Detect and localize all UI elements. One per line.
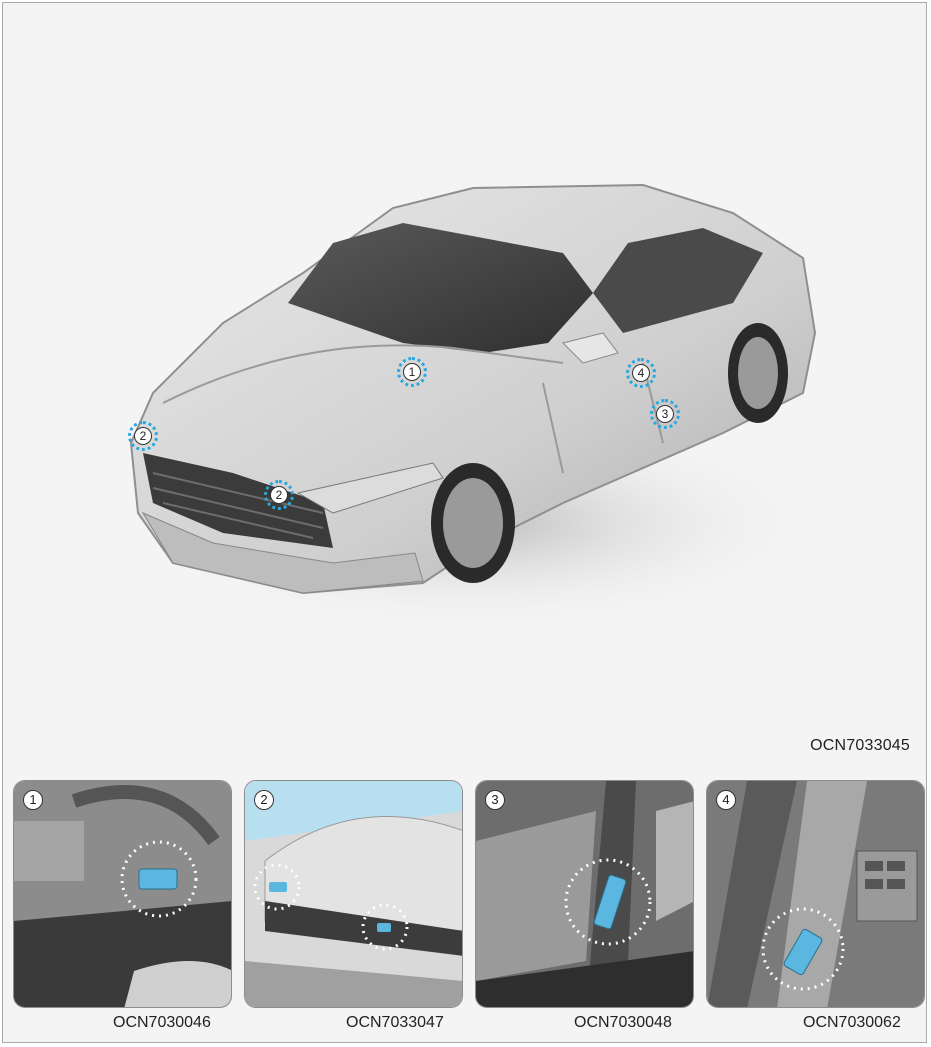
marker-4-door: 4 <box>626 358 656 388</box>
marker-number: 4 <box>632 364 650 382</box>
thumbnail-4: 4 <box>706 780 925 1008</box>
thumbnail-4-code: OCN7030062 <box>803 1014 901 1031</box>
thumbnail-1-code: OCN7030046 <box>113 1014 211 1031</box>
thumbnail-3: 3 <box>475 780 694 1008</box>
door-trim-image <box>707 781 924 1007</box>
car-drawing <box>113 183 833 633</box>
thumbnail-1: 1 <box>13 780 232 1008</box>
marker-number: 2 <box>270 486 288 504</box>
marker-2-left: 2 <box>128 421 158 451</box>
figure-frame: 1 2 2 3 4 OCN7033045 1 2 3 4 OCN7030046 … <box>2 2 927 1043</box>
marker-number: 2 <box>134 427 152 445</box>
marker-3-sill: 3 <box>650 399 680 429</box>
thumbnail-2: 2 <box>244 780 463 1008</box>
car-illustration: 1 2 2 3 4 OCN7033045 <box>3 3 926 773</box>
marker-1-hood: 1 <box>397 357 427 387</box>
marker-2-right: 2 <box>264 480 294 510</box>
thumbnail-number: 1 <box>23 790 43 810</box>
main-figure-code: OCN7033045 <box>810 737 910 754</box>
thumbnail-number: 2 <box>254 790 274 810</box>
thumbnail-number: 3 <box>485 790 505 810</box>
thumbnail-number: 4 <box>716 790 736 810</box>
thumbnail-3-code: OCN7030048 <box>574 1014 672 1031</box>
thumbnail-2-code: OCN7033047 <box>346 1014 444 1031</box>
interior-footwell-image <box>14 781 231 1007</box>
marker-number: 1 <box>403 363 421 381</box>
door-sill-image <box>476 781 693 1007</box>
front-bumper-image <box>245 781 462 1007</box>
marker-number: 3 <box>656 405 674 423</box>
